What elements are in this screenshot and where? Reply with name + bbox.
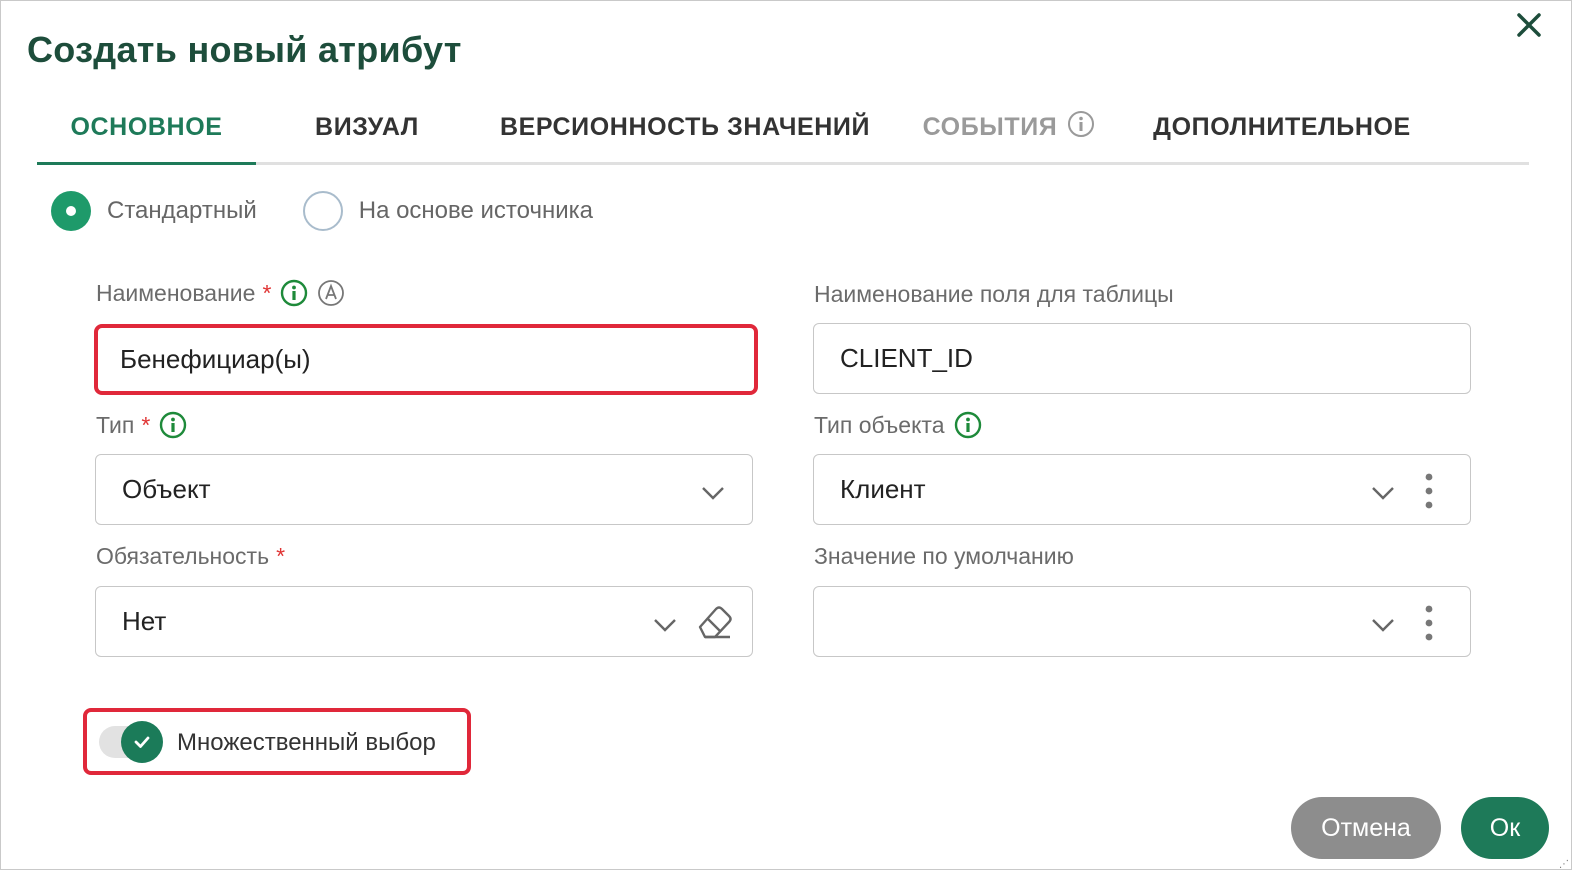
kebab-icon[interactable] xyxy=(1422,471,1436,518)
auto-icon[interactable] xyxy=(317,279,345,307)
name-input[interactable]: Бенефициар(ы) xyxy=(94,324,758,395)
radio-standard[interactable] xyxy=(51,191,91,231)
required-marker: * xyxy=(276,543,286,569)
tab-events[interactable]: СОБЫТИЯ xyxy=(909,93,1109,162)
name-label-row: Наименование * xyxy=(96,279,345,307)
radio-standard-label: Стандартный xyxy=(107,197,257,224)
tab-events-label: СОБЫТИЯ xyxy=(922,113,1058,141)
table-field-input[interactable]: CLIENT_ID xyxy=(813,323,1471,394)
object-type-label-row: Тип объекта xyxy=(814,411,982,439)
close-button[interactable] xyxy=(1509,7,1549,47)
info-icon[interactable] xyxy=(280,279,308,307)
type-select[interactable]: Объект xyxy=(95,454,753,525)
type-label-row: Тип * xyxy=(96,411,187,439)
tab-divider xyxy=(37,162,1529,165)
tab-main[interactable]: ОСНОВНОЕ xyxy=(37,93,256,162)
dialog-title: Создать новый атрибут xyxy=(27,29,462,70)
default-value-select[interactable] xyxy=(813,586,1471,657)
object-type-select[interactable]: Клиент xyxy=(813,454,1471,525)
multiple-choice-toggle-row: Множественный выбор xyxy=(83,708,471,775)
tab-visual[interactable]: ВИЗУАЛ xyxy=(277,93,457,162)
table-field-input-value: CLIENT_ID xyxy=(840,343,973,373)
info-icon[interactable] xyxy=(954,411,982,439)
eraser-icon[interactable] xyxy=(694,603,734,648)
close-icon xyxy=(1517,13,1541,37)
multiple-choice-label: Множественный выбор xyxy=(177,729,436,756)
chevron-down-icon[interactable] xyxy=(700,479,726,510)
table-field-label-row: Наименование поля для таблицы xyxy=(814,281,1174,308)
table-field-label: Наименование поля для таблицы xyxy=(814,281,1174,307)
name-label: Наименование xyxy=(96,279,256,306)
object-type-label: Тип объекта xyxy=(814,411,945,438)
create-attribute-dialog: Создать новый атрибут ОСНОВНОЕ ВИЗУАЛ ВЕ… xyxy=(0,0,1572,870)
tab-additional-label: ДОПОЛНИТЕЛЬНОЕ xyxy=(1153,113,1411,141)
info-icon[interactable] xyxy=(1067,110,1095,145)
active-tab-indicator xyxy=(37,162,256,165)
tab-main-label: ОСНОВНОЕ xyxy=(70,113,223,141)
mandatory-label-row: Обязательность * xyxy=(96,543,285,570)
chevron-down-icon[interactable] xyxy=(1370,611,1396,642)
tab-visual-label: ВИЗУАЛ xyxy=(315,113,419,141)
radio-source-based-label: На основе источника xyxy=(358,197,594,224)
radio-source-based[interactable] xyxy=(302,191,343,231)
resize-grip-icon[interactable]: ⋰ xyxy=(1559,859,1569,870)
default-value-label: Значение по умолчанию xyxy=(814,543,1074,569)
attribute-kind-radio-group: Стандартный На основе источника xyxy=(51,191,639,231)
name-input-value: Бенефициар(ы) xyxy=(120,344,311,374)
mandatory-label: Обязательность xyxy=(96,543,270,569)
tab-additional[interactable]: ДОПОЛНИТЕЛЬНОЕ xyxy=(1132,93,1432,162)
default-value-label-row: Значение по умолчанию xyxy=(814,543,1074,570)
tab-value-versioning-label: ВЕРСИОННОСТЬ ЗНАЧЕНИЙ xyxy=(499,113,871,141)
info-icon[interactable] xyxy=(159,411,187,439)
check-icon xyxy=(134,736,150,748)
tab-value-versioning[interactable]: ВЕРСИОННОСТЬ ЗНАЧЕНИЙ xyxy=(485,93,885,162)
type-label: Тип xyxy=(96,411,135,438)
required-marker: * xyxy=(141,411,151,438)
kebab-icon[interactable] xyxy=(1422,603,1436,650)
required-marker: * xyxy=(262,279,272,306)
cancel-button[interactable]: Отмена xyxy=(1291,797,1441,859)
ok-button[interactable]: Ок xyxy=(1461,797,1549,859)
chevron-down-icon[interactable] xyxy=(1370,479,1396,510)
tab-bar: ОСНОВНОЕ ВИЗУАЛ ВЕРСИОННОСТЬ ЗНАЧЕНИЙ СО… xyxy=(37,93,1529,165)
multiple-choice-switch[interactable] xyxy=(121,721,163,763)
chevron-down-icon[interactable] xyxy=(652,611,678,642)
mandatory-select[interactable]: Нет xyxy=(95,586,753,657)
type-select-value: Объект xyxy=(122,474,211,504)
